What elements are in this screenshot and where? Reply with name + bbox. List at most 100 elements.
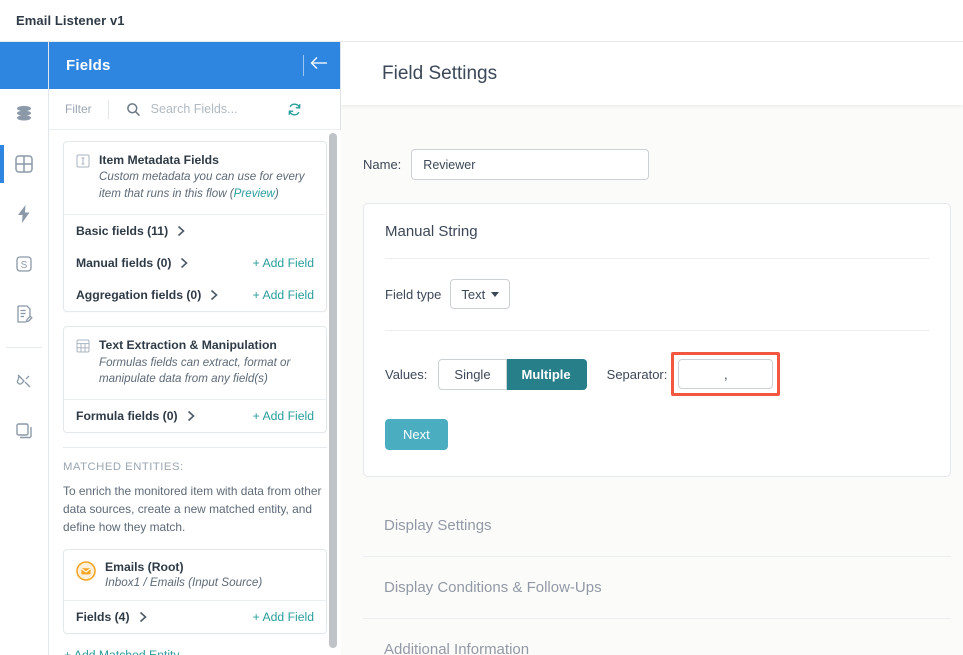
field-name-row: Name:	[363, 149, 963, 180]
item-metadata-card-desc: Custom metadata you can use for every it…	[99, 169, 314, 203]
fields-panel-scrollbar[interactable]	[329, 133, 337, 648]
item-metadata-card-header: Item Metadata Fields Custom metadata you…	[64, 142, 326, 214]
text-extraction-card-title: Text Extraction & Manipulation	[99, 337, 314, 353]
fields-panel-title: Fields	[66, 57, 111, 74]
separator-highlight-box	[671, 352, 780, 396]
rail-divider	[6, 347, 42, 348]
calculator-icon	[76, 339, 90, 388]
row-formula-fields-label: Formula fields (0)	[76, 409, 178, 423]
field-type-label: Field type	[385, 287, 441, 302]
rail-item-integrations[interactable]	[0, 356, 48, 406]
manual-string-card: Manual String Field type Text Values: Si…	[363, 203, 951, 477]
svg-text:S: S	[21, 260, 28, 271]
chevron-right-icon	[177, 225, 185, 237]
values-multiple-button[interactable]: Multiple	[507, 359, 587, 390]
values-segmented-control: Single Multiple	[438, 359, 586, 390]
chevron-right-icon	[180, 257, 188, 269]
chevron-right-icon	[139, 611, 147, 623]
matched-entities-description: To enrich the monitored item with data f…	[63, 482, 327, 536]
next-button-wrap: Next	[364, 419, 950, 476]
search-input[interactable]	[151, 102, 281, 116]
fields-panel-body: Item Metadata Fields Custom metadata you…	[49, 130, 341, 655]
rail-item-actions[interactable]	[0, 189, 48, 239]
rail-item-versions[interactable]	[0, 406, 48, 456]
next-button[interactable]: Next	[385, 419, 448, 450]
row-basic-fields[interactable]: Basic fields (11)	[64, 215, 326, 247]
row-aggregation-fields[interactable]: Aggregation fields (0) + Add Field	[64, 279, 326, 311]
matched-entity-subtitle: Inbox1 / Emails (Input Source)	[105, 576, 262, 589]
matched-entities-label: MATCHED ENTITIES:	[63, 461, 327, 473]
rail-item-data-sources[interactable]	[0, 89, 48, 139]
section-display-conditions-title: Display Conditions & Follow-Ups	[384, 579, 951, 596]
section-additional-information-title: Additional Information	[384, 641, 951, 655]
rail-item-fields[interactable]	[0, 139, 48, 189]
item-metadata-card-title: Item Metadata Fields	[99, 152, 314, 168]
layers-icon	[13, 420, 35, 442]
actions-bolt-icon	[13, 203, 35, 225]
fields-search-row: Filter	[49, 89, 340, 130]
add-field-formula-button[interactable]: + Add Field	[253, 409, 314, 423]
chevron-right-icon	[210, 289, 218, 301]
app-title: Email Listener v1	[16, 13, 125, 28]
section-additional-information[interactable]: Additional Information	[363, 619, 951, 655]
collapse-divider	[303, 55, 304, 76]
add-field-aggregation-button[interactable]: + Add Field	[253, 288, 314, 302]
search-icon	[126, 102, 141, 117]
filter-label: Filter	[65, 102, 92, 116]
search-divider	[108, 100, 109, 119]
row-manual-fields[interactable]: Manual fields (0) + Add Field	[64, 247, 326, 279]
arrow-left-icon	[308, 54, 330, 77]
fields-panel-scroll-content: Item Metadata Fields Custom metadata you…	[49, 130, 341, 655]
values-row: Values: Single Multiple Separator:	[364, 331, 950, 419]
manual-string-card-title: Manual String	[364, 204, 950, 258]
metadata-square-icon	[76, 154, 90, 203]
text-extraction-card-header: Text Extraction & Manipulation Formulas …	[64, 327, 326, 399]
field-type-value: Text	[461, 287, 485, 302]
fields-panel: Fields Filter	[49, 42, 341, 655]
add-field-entity-button[interactable]: + Add Field	[253, 610, 314, 624]
field-name-label: Name:	[363, 157, 401, 172]
matched-entity-title: Emails (Root)	[105, 560, 262, 574]
row-formula-fields[interactable]: Formula fields (0) + Add Field	[64, 400, 326, 432]
rail-header-spacer	[0, 42, 48, 89]
fields-panel-header: Fields	[49, 42, 340, 89]
refresh-icon[interactable]	[287, 102, 302, 117]
row-aggregation-fields-label: Aggregation fields (0)	[76, 288, 201, 302]
field-type-row: Field type Text	[364, 259, 950, 330]
values-single-button[interactable]: Single	[438, 359, 506, 390]
row-basic-fields-label: Basic fields (11)	[76, 224, 168, 238]
row-entity-fields-label: Fields (4)	[76, 610, 130, 624]
add-field-manual-button[interactable]: + Add Field	[253, 256, 314, 270]
form-edit-icon	[13, 303, 35, 325]
chevron-down-icon	[491, 292, 499, 297]
collapse-panel-button[interactable]	[303, 54, 330, 77]
matched-entity-card: Emails (Root) Inbox1 / Emails (Input Sou…	[63, 549, 327, 634]
rail-item-scripts[interactable]: S	[0, 239, 48, 289]
preview-link[interactable]: Preview	[234, 187, 275, 200]
left-icon-rail: S	[0, 42, 49, 655]
add-matched-entity-button[interactable]: + Add Matched Entity	[63, 648, 327, 655]
script-s-icon: S	[13, 253, 35, 275]
email-circle-icon	[76, 561, 96, 589]
field-name-input[interactable]	[411, 149, 649, 180]
separator-label: Separator:	[607, 367, 668, 382]
main-header: Field Settings	[341, 42, 963, 105]
separator-input[interactable]	[678, 359, 773, 389]
matched-entities-divider	[63, 447, 327, 448]
item-metadata-desc-tail: )	[275, 187, 279, 200]
main-content: Field Settings Name: Manual String Field…	[341, 42, 963, 655]
section-display-conditions[interactable]: Display Conditions & Follow-Ups	[363, 557, 951, 619]
section-display-settings-title: Display Settings	[384, 517, 951, 534]
field-type-dropdown[interactable]: Text	[450, 279, 510, 309]
row-entity-fields[interactable]: Fields (4) + Add Field	[64, 601, 326, 633]
values-label: Values:	[385, 367, 427, 382]
item-metadata-fields-card: Item Metadata Fields Custom metadata you…	[63, 141, 327, 312]
plug-icon	[13, 370, 35, 392]
chevron-right-icon	[187, 410, 195, 422]
main-scroll-content: Name: Manual String Field type Text Valu…	[341, 149, 963, 655]
text-extraction-card: Text Extraction & Manipulation Formulas …	[63, 326, 327, 433]
rail-item-forms[interactable]	[0, 289, 48, 339]
section-display-settings[interactable]: Display Settings	[363, 495, 951, 557]
text-extraction-card-desc: Formulas fields can extract, format or m…	[99, 355, 314, 389]
matched-entity-header: Emails (Root) Inbox1 / Emails (Input Sou…	[64, 550, 326, 600]
